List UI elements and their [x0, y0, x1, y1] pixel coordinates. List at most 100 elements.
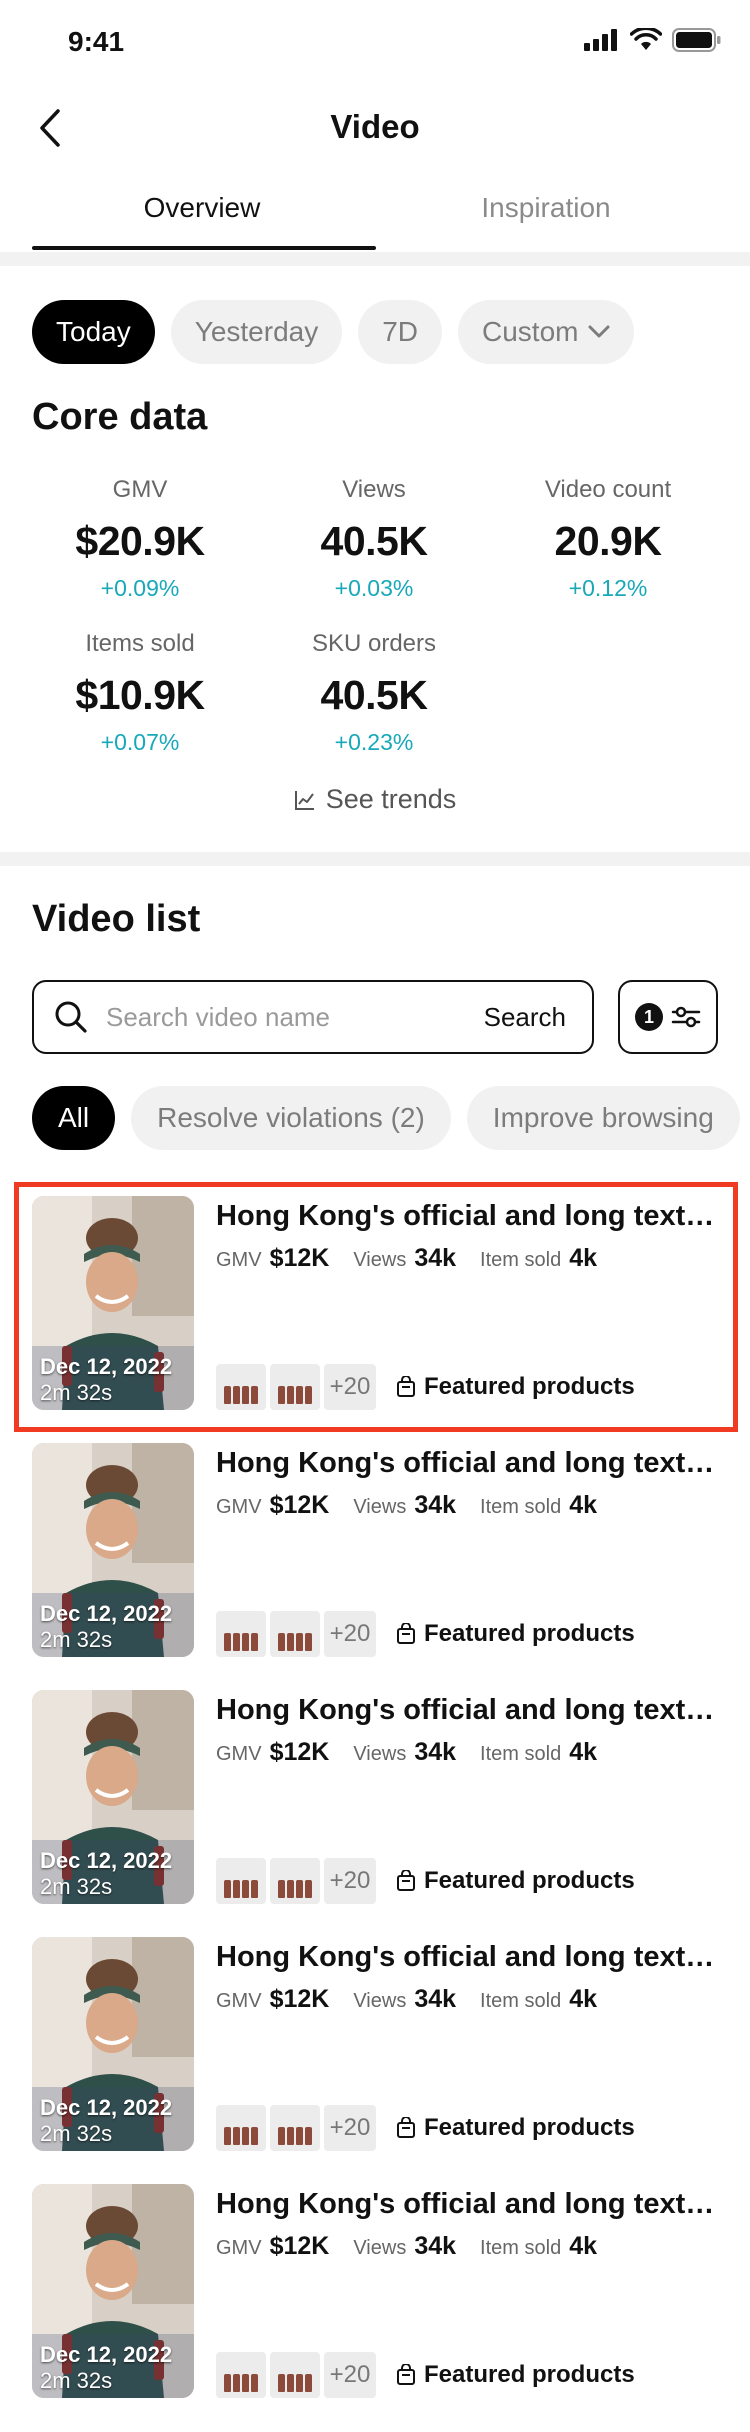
metric-label: Video count [544, 476, 672, 503]
product-thumbnail[interactable] [270, 1858, 320, 1904]
video-title[interactable]: Hong Kong's official and long text title [216, 1941, 716, 1974]
metric-views: Views 40.5K +0.03% [266, 476, 482, 602]
views-label: Views [353, 2237, 407, 2259]
views-value: 34k [414, 1985, 457, 2013]
video-duration: 2m 32s [40, 1380, 113, 1405]
video-list-item[interactable]: Dec 12, 2022 2m 32s Hong Kong's official… [0, 1443, 750, 1659]
product-thumbnail[interactable] [216, 1858, 266, 1904]
nav-bar: Video [0, 88, 750, 168]
metric-delta: +0.12% [568, 575, 648, 601]
views-label: Views [353, 1743, 407, 1765]
filter-button[interactable]: 1 [618, 980, 718, 1054]
video-list-item[interactable]: Dec 12, 2022 2m 32s Hong Kong's official… [0, 1182, 750, 1432]
product-thumbnail[interactable] [216, 2105, 266, 2151]
views-label: Views [353, 1496, 407, 1518]
more-products-count[interactable]: +20 [324, 1364, 376, 1410]
product-thumbnail[interactable] [216, 1611, 266, 1657]
chip-custom[interactable]: Custom [458, 300, 635, 364]
chip-7d[interactable]: 7D [358, 300, 443, 364]
date-range-chips: Today Yesterday 7D Custom [32, 300, 635, 364]
metric-label: SKU orders [311, 630, 437, 657]
video-title[interactable]: Hong Kong's official and long text title [216, 1694, 716, 1727]
video-stats: GMV $12K Views 34k Item sold 4k [216, 1738, 613, 1767]
gmv-label: GMV [216, 2237, 262, 2259]
battery-icon [672, 28, 721, 52]
chip-all[interactable]: All [32, 1086, 116, 1150]
video-thumbnail[interactable]: Dec 12, 2022 2m 32s [32, 2184, 194, 2398]
product-row: +20 Featured products [216, 1858, 635, 1904]
search-icon [54, 1000, 88, 1034]
more-products-count[interactable]: +20 [324, 2105, 376, 2151]
chip-resolve-violations[interactable]: Resolve violations (2) [131, 1086, 451, 1150]
chip-yesterday[interactable]: Yesterday [170, 300, 343, 364]
video-thumbnail[interactable]: Dec 12, 2022 2m 32s [32, 1196, 194, 1410]
video-date: Dec 12, 2022 [40, 2095, 173, 2120]
featured-products-label: Featured products [424, 2361, 635, 2388]
metric-label: GMV [112, 476, 168, 503]
more-products-count[interactable]: +20 [324, 1611, 376, 1657]
product-thumbnail[interactable] [270, 1364, 320, 1410]
video-stats: GMV $12K Views 34k Item sold 4k [216, 1491, 613, 1520]
gmv-value: $12K [269, 1985, 330, 2013]
metric-delta: +0.03% [334, 575, 414, 601]
product-thumbnail[interactable] [216, 1364, 266, 1410]
video-thumbnail[interactable]: Dec 12, 2022 2m 32s [32, 1690, 194, 1904]
gmv-label: GMV [216, 1496, 262, 1518]
video-list-item[interactable]: Dec 12, 2022 2m 32s Hong Kong's official… [0, 2184, 750, 2400]
product-thumbnail[interactable] [216, 2352, 266, 2398]
filter-icon [671, 1006, 701, 1028]
search-button[interactable]: Search [484, 1002, 566, 1033]
see-trends-label: See trends [325, 784, 457, 814]
more-products-count[interactable]: +20 [324, 1858, 376, 1904]
video-date: Dec 12, 2022 [40, 1601, 173, 1626]
featured-products-label: Featured products [424, 1620, 635, 1647]
metric-delta: +0.09% [100, 575, 180, 601]
views-label: Views [353, 1990, 407, 2012]
video-title[interactable]: Hong Kong's official and long text title [216, 1200, 716, 1233]
metric-items-sold: Items sold $10.9K +0.07% [32, 630, 248, 756]
video-title[interactable]: Hong Kong's official and long text title [216, 1447, 716, 1480]
item-sold-label: Item sold [480, 1990, 562, 2012]
featured-products-link[interactable]: Featured products [396, 1867, 635, 1895]
video-title[interactable]: Hong Kong's official and long text title [216, 2188, 716, 2221]
product-thumbnail[interactable] [270, 1611, 320, 1657]
video-stats: GMV $12K Views 34k Item sold 4k [216, 1985, 613, 2014]
trend-chart-icon [294, 790, 314, 810]
product-row: +20 Featured products [216, 2352, 635, 2398]
video-thumbnail[interactable]: Dec 12, 2022 2m 32s [32, 1443, 194, 1657]
metric-delta: +0.23% [334, 729, 414, 755]
shopping-bag-icon [397, 1870, 415, 1891]
chip-improve-browsing[interactable]: Improve browsing [466, 1086, 740, 1150]
metric-value: 40.5K [320, 672, 428, 718]
video-stats: GMV $12K Views 34k Item sold 4k [216, 1244, 613, 1273]
tab-overview[interactable]: Overview [32, 192, 372, 224]
product-thumbnail[interactable] [270, 2105, 320, 2151]
see-trends-link[interactable]: See trends [0, 784, 750, 815]
item-sold-label: Item sold [480, 1743, 562, 1765]
chevron-down-icon [588, 325, 610, 339]
tab-inspiration[interactable]: Inspiration [376, 192, 716, 224]
item-sold-value: 4k [569, 1738, 598, 1766]
video-duration: 2m 32s [40, 2368, 113, 2393]
page-title: Video [330, 108, 420, 145]
featured-products-link[interactable]: Featured products [396, 1620, 635, 1648]
chip-today[interactable]: Today [32, 300, 155, 364]
tab-bar: Overview Inspiration [0, 176, 750, 252]
video-thumbnail[interactable]: Dec 12, 2022 2m 32s [32, 1937, 194, 2151]
more-products-count[interactable]: +20 [324, 2352, 376, 2398]
wifi-icon [630, 28, 662, 50]
featured-products-link[interactable]: Featured products [396, 2361, 635, 2389]
video-list-item[interactable]: Dec 12, 2022 2m 32s Hong Kong's official… [0, 1690, 750, 1906]
video-list-item[interactable]: Dec 12, 2022 2m 32s Hong Kong's official… [0, 1937, 750, 2153]
featured-products-link[interactable]: Featured products [396, 2114, 635, 2142]
gmv-value: $12K [269, 1738, 330, 1766]
featured-products-link[interactable]: Featured products [396, 1373, 635, 1401]
video-date: Dec 12, 2022 [40, 1354, 173, 1379]
status-icons [584, 28, 722, 52]
product-thumbnail[interactable] [270, 2352, 320, 2398]
search-bar: Search [32, 980, 594, 1054]
gmv-value: $12K [269, 2232, 330, 2260]
search-input[interactable] [106, 1001, 484, 1033]
metric-gmv: GMV $20.9K +0.09% [32, 476, 248, 602]
core-data-title: Core data [32, 396, 208, 438]
